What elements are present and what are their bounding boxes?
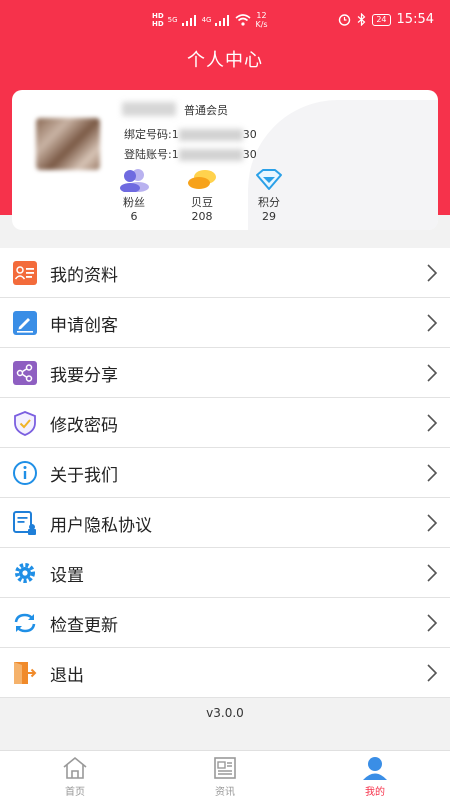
info-icon [13, 461, 37, 485]
redacted-number [178, 149, 243, 161]
exit-icon [14, 662, 37, 684]
chevron-right-icon [427, 264, 438, 282]
tab-label: 我的 [365, 787, 385, 798]
home-icon [63, 756, 87, 779]
menu-item-label: 设置 [50, 566, 84, 586]
edit-icon [13, 311, 37, 335]
login-account-end: 30 [242, 148, 257, 161]
profile-card: 普通会员 绑定号码:1 30 登陆账号:1 30 粉丝 6 贝豆 208 积分 … [12, 90, 438, 230]
tab-label: 资讯 [215, 787, 235, 798]
profile-card-icon [13, 261, 37, 285]
member-level: 普通会员 [184, 104, 228, 117]
chevron-right-icon [427, 514, 438, 532]
signal-icon [181, 14, 196, 26]
stat-label: 贝豆 [191, 196, 213, 209]
menu-item-about-us[interactable]: 关于我们 [0, 448, 450, 498]
menu-item-my-profile[interactable]: 我的资料 [0, 248, 450, 298]
tab-mine[interactable]: 我的 [335, 755, 415, 798]
tab-news[interactable]: 资讯 [185, 755, 265, 798]
shield-check-icon [14, 411, 36, 436]
chevron-right-icon [427, 664, 438, 682]
network-type: 5G [167, 16, 178, 24]
fans-icon [120, 169, 149, 192]
stat-value: 208 [191, 210, 213, 223]
bound-phone-end: 30 [242, 128, 257, 141]
network-indicators: HD HD 5G 4G 12 K/s [152, 11, 268, 29]
chevron-right-icon [427, 464, 438, 482]
avatar[interactable] [36, 118, 100, 170]
stat-label: 积分 [258, 196, 280, 209]
login-account: 登陆账号:1 30 [124, 146, 257, 162]
menu-item-change-password[interactable]: 修改密码 [0, 398, 450, 448]
chevron-right-icon [427, 614, 438, 632]
stat-value: 6 [130, 210, 138, 223]
diamond-icon [256, 169, 282, 190]
menu-item-label: 检查更新 [50, 616, 118, 636]
menu-item-logout[interactable]: 退出 [0, 648, 450, 698]
menu-item-label: 我的资料 [50, 266, 118, 286]
network-type: 4G [201, 16, 212, 24]
menu-item-privacy-agreement[interactable]: 用户隐私协议 [0, 498, 450, 548]
menu-item-label: 申请创客 [50, 316, 118, 336]
menu-item-label: 退出 [50, 666, 84, 686]
menu-item-label: 我要分享 [50, 366, 118, 386]
bound-phone-label: 绑定号码: [124, 128, 172, 141]
bottom-tab-bar: 首页 资讯 我的 [0, 750, 450, 801]
tab-label: 首页 [65, 787, 85, 798]
chevron-right-icon [427, 414, 438, 432]
username-redacted [122, 102, 176, 116]
gear-icon [15, 563, 35, 583]
hd-indicator: HD [152, 20, 164, 28]
menu-item-check-update[interactable]: 检查更新 [0, 598, 450, 648]
stat-label: 粉丝 [123, 196, 145, 209]
clock: 15:54 [396, 12, 434, 27]
menu-item-apply-maker[interactable]: 申请创客 [0, 298, 450, 348]
menu-list: 我的资料 申请创客 我要分享 修改密码 关于我们 用户隐私协议 设置 检查更新 [0, 248, 450, 698]
login-account-label: 登陆账号: [124, 148, 172, 161]
stat-value: 29 [262, 210, 276, 223]
bound-phone-start: 1 [171, 128, 179, 141]
news-icon [214, 757, 236, 779]
app-version: v3.0.0 [206, 706, 244, 720]
menu-item-settings[interactable]: 设置 [0, 548, 450, 598]
menu-item-share[interactable]: 我要分享 [0, 348, 450, 398]
share-icon [13, 361, 37, 385]
redacted-number [178, 129, 243, 141]
bound-phone: 绑定号码:1 30 [124, 126, 257, 142]
user-icon [363, 757, 387, 780]
menu-item-label: 用户隐私协议 [50, 516, 152, 536]
status-bar: HD HD 5G 4G 12 K/s 24 15:54 [0, 0, 450, 40]
chevron-right-icon [427, 314, 438, 332]
chevron-right-icon [427, 364, 438, 382]
wifi-icon [235, 14, 251, 26]
stat-beans[interactable]: 贝豆 208 [172, 168, 232, 224]
menu-item-label: 修改密码 [50, 416, 118, 436]
hd-indicator: HD [152, 12, 164, 20]
menu-item-label: 关于我们 [50, 466, 118, 486]
tab-home[interactable]: 首页 [35, 755, 115, 798]
login-account-start: 1 [171, 148, 179, 161]
network-speed: 12 K/s [255, 11, 268, 29]
signal-icon [215, 14, 230, 26]
bluetooth-icon [357, 13, 366, 26]
chevron-right-icon [427, 564, 438, 582]
page-title: 个人中心 [187, 50, 263, 71]
stat-points[interactable]: 积分 29 [239, 168, 299, 224]
battery-indicator: 24 [372, 13, 391, 26]
beans-icon [188, 170, 216, 189]
privacy-doc-icon [13, 511, 36, 535]
stat-fans[interactable]: 粉丝 6 [104, 168, 164, 224]
alarm-icon [339, 14, 351, 26]
system-indicators: 24 15:54 [338, 12, 434, 27]
refresh-icon [14, 613, 36, 633]
